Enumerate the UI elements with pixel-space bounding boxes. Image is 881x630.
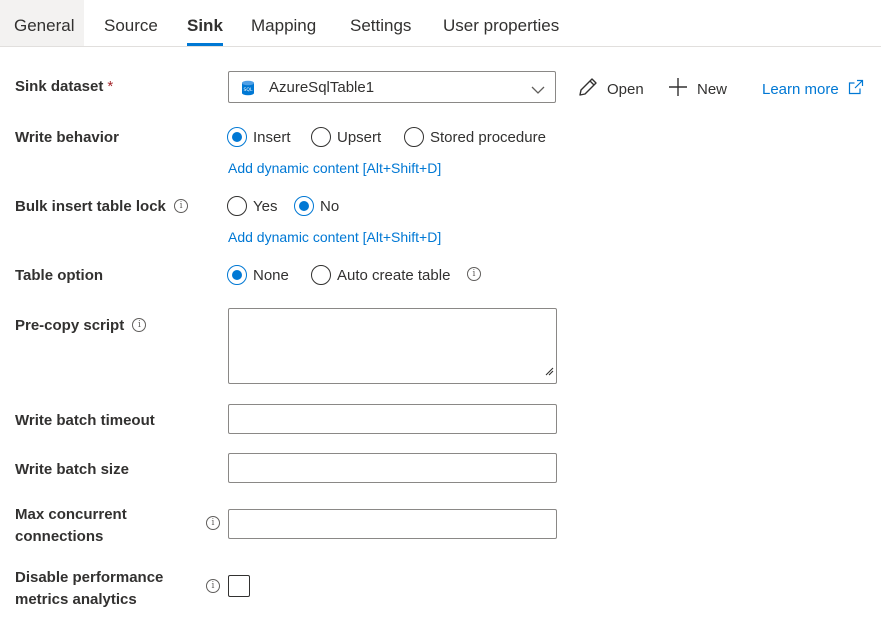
required-marker: * xyxy=(107,78,114,95)
write-behavior-dynamic-content-link[interactable]: Add dynamic content [Alt+Shift+D] xyxy=(228,160,441,176)
edit-pencil-icon xyxy=(577,76,599,106)
pre-copy-script-label: Pre-copy script i xyxy=(15,315,147,337)
tab-source[interactable]: Source xyxy=(104,0,158,46)
tab-bar: General Source Sink Mapping Settings Use… xyxy=(0,0,881,47)
radio-stored-procedure-label: Stored procedure xyxy=(430,129,546,146)
max-concurrent-connections-line2: connections xyxy=(15,528,104,545)
radio-circle xyxy=(311,127,331,147)
sql-database-icon: SQL xyxy=(241,80,255,101)
info-icon[interactable]: i xyxy=(206,579,220,593)
radio-circle xyxy=(311,265,331,285)
bulk-insert-dynamic-content-link[interactable]: Add dynamic content [Alt+Shift+D] xyxy=(228,229,441,245)
sink-dataset-select[interactable]: SQL AzureSqlTable1 xyxy=(228,71,556,103)
resize-grip-icon[interactable] xyxy=(544,363,554,381)
info-icon[interactable]: i xyxy=(206,516,220,530)
write-batch-timeout-label: Write batch timeout xyxy=(15,412,155,429)
disable-performance-metrics-line2: metrics analytics xyxy=(15,591,137,608)
tab-general[interactable]: General xyxy=(0,0,85,46)
radio-upsert-label: Upsert xyxy=(337,129,382,146)
radio-circle xyxy=(227,196,247,216)
radio-insert-label: Insert xyxy=(253,129,291,146)
max-concurrent-connections-input[interactable] xyxy=(228,509,557,539)
write-batch-size-label: Write batch size xyxy=(15,461,129,478)
tab-sink[interactable]: Sink xyxy=(187,0,223,46)
radio-none-label: None xyxy=(253,267,289,284)
disable-performance-metrics-line1: Disable performance xyxy=(15,569,164,586)
tab-mapping[interactable]: Mapping xyxy=(251,0,316,46)
new-button-label: New xyxy=(697,81,728,98)
write-behavior-label: Write behavior xyxy=(15,129,119,146)
sink-dataset-label: Sink dataset * xyxy=(15,76,113,98)
bulk-insert-table-lock-label: Bulk insert table lock i xyxy=(15,196,189,218)
sink-dataset-label-text: Sink dataset xyxy=(15,78,104,95)
chevron-down-icon[interactable] xyxy=(531,82,545,100)
table-option-label: Table option xyxy=(15,267,104,284)
sink-dataset-value: AzureSqlTable1 xyxy=(269,79,375,96)
external-link-icon xyxy=(848,79,864,103)
svg-text:SQL: SQL xyxy=(244,87,253,93)
max-concurrent-connections-line1: Max concurrent xyxy=(15,506,127,523)
pre-copy-script-text: Pre-copy script xyxy=(15,317,125,334)
max-concurrent-connections-label: Max concurrent connections xyxy=(15,504,127,548)
radio-auto-create-table-label: Auto create table xyxy=(337,267,451,284)
open-button-label: Open xyxy=(607,81,644,98)
learn-more-label: Learn more xyxy=(762,81,839,98)
radio-circle xyxy=(294,196,314,216)
radio-circle xyxy=(227,127,247,147)
pre-copy-script-textarea[interactable] xyxy=(228,308,557,384)
radio-yes-label: Yes xyxy=(253,198,278,215)
plus-icon xyxy=(667,76,689,106)
bulk-insert-table-lock-text: Bulk insert table lock xyxy=(15,198,166,215)
tab-settings[interactable]: Settings xyxy=(350,0,411,46)
write-batch-timeout-input[interactable] xyxy=(228,404,557,434)
disable-performance-metrics-checkbox[interactable] xyxy=(228,575,250,597)
radio-circle xyxy=(227,265,247,285)
info-icon[interactable]: i xyxy=(132,317,147,332)
tab-user-properties[interactable]: User properties xyxy=(443,0,559,46)
disable-performance-metrics-label: Disable performance metrics analytics xyxy=(15,567,163,611)
info-icon[interactable]: i xyxy=(467,267,481,281)
write-batch-size-input[interactable] xyxy=(228,453,557,483)
radio-circle xyxy=(404,127,424,147)
radio-no-label: No xyxy=(320,198,340,215)
info-icon[interactable]: i xyxy=(174,198,189,213)
